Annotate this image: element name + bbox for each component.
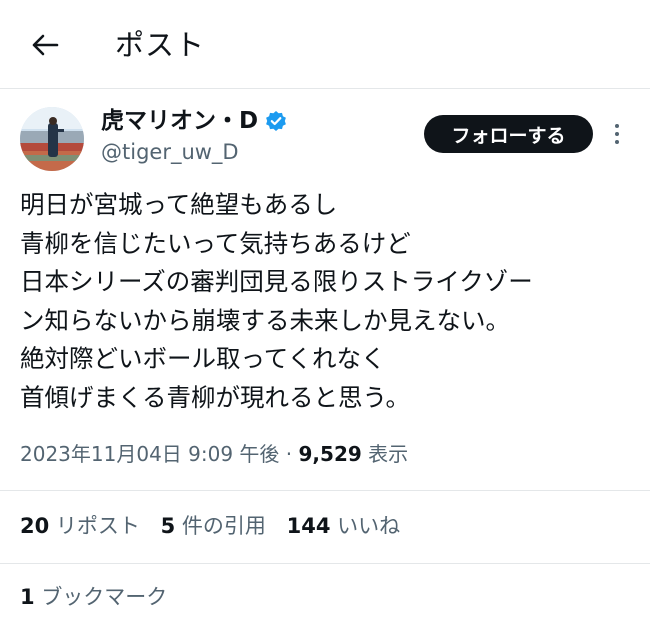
top-bar: ポスト [0,0,650,88]
reposts-count: 20 [20,514,50,538]
verified-badge-icon[interactable] [265,110,287,132]
meta-separator: · [285,442,293,466]
back-button[interactable] [28,28,62,62]
views-label: 表示 [368,442,409,466]
likes-label: いいね [337,514,401,538]
stats-divider [0,563,650,564]
bookmarks-link[interactable]: 1 ブックマーク [20,581,167,613]
reposts-link[interactable]: 20 リポスト [20,514,154,538]
tweet-metadata: 2023年11月04日 9:09 午後 · 9,529 表示 [20,438,408,470]
follow-button[interactable]: フォローする [424,115,593,153]
arrow-left-icon [32,34,59,56]
tweet-line: ン知らないから崩壊する未来しか見えない。 [20,305,510,335]
likes-link[interactable]: 144 いいね [287,514,415,538]
quotes-link[interactable]: 5 件の引用 [161,514,280,538]
more-dot [615,132,619,136]
meta-divider [0,490,650,491]
header-divider [0,88,650,89]
engagement-stats: 20 リポスト 5 件の引用 144 いいね [20,510,414,542]
tweet-line: 明日が宮城って絶望もあるし [20,190,338,219]
timestamp-link[interactable]: 2023年11月04日 9:09 午後 [20,442,279,466]
quotes-count: 5 [160,514,176,538]
likes-count: 144 [286,514,331,538]
more-options-icon[interactable] [607,118,627,150]
bookmarks-label: ブックマーク [41,585,168,609]
avatar[interactable] [20,107,84,171]
tweet-line: 首傾げまくる青柳が現れると思う。 [20,382,411,412]
tweet-text: 明日が宮城って絶望もあるし 青柳を信じたいって気持ちあるけど 日本シリーズの審判… [20,186,640,417]
views-count[interactable]: 9,529 [299,442,362,466]
avatar-image [20,107,84,171]
tweet-line: 日本シリーズの審判団見る限りストライクゾー [20,267,533,296]
quotes-label: 件の引用 [181,514,266,538]
user-handle[interactable]: @tiger_uw_D [101,137,239,167]
page-title: ポスト [115,28,206,62]
bookmarks-count: 1 [20,585,35,609]
tweet-line: 青柳を信じたいって気持ちあるけど [20,228,411,258]
display-name-text: 虎マリオン・D [101,108,259,134]
display-name[interactable]: 虎マリオン・D [101,105,287,137]
tweet-line: 絶対際どいボール取ってくれなく [20,344,386,373]
more-dot [615,124,619,128]
more-dot [615,140,619,144]
reposts-label: リポスト [55,514,140,538]
